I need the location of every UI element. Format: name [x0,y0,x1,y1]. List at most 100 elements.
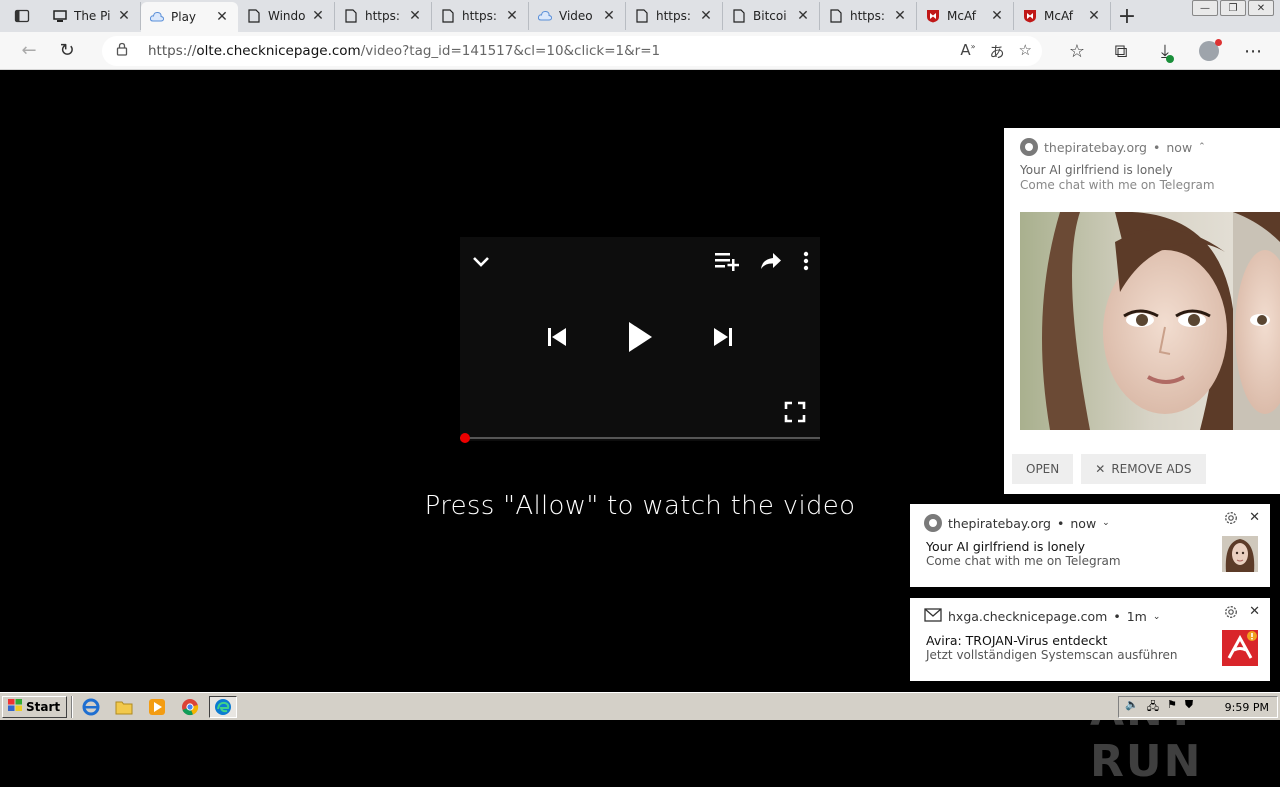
close-tab-icon[interactable]: ✕ [601,8,617,24]
tab-title: https: [462,9,497,23]
next-icon[interactable] [713,327,733,351]
mcafee-icon [925,8,941,24]
read-aloud-icon[interactable]: A» [960,41,975,62]
plus-icon: + [1117,3,1137,29]
push-notification-1[interactable]: thepiratebay.org • now ⌄ ✕ Your AI girlf… [910,504,1270,587]
tab-8[interactable]: Bitcoi ✕ [723,2,820,30]
open-label: OPEN [1026,462,1060,476]
tab-3[interactable]: Windo ✕ [238,2,335,30]
close-tab-icon[interactable]: ✕ [116,8,132,24]
settings-menu-button[interactable]: ⋯ [1236,36,1270,66]
remove-ads-button[interactable]: ✕ REMOVE ADS [1081,454,1206,484]
share-icon[interactable] [760,251,782,275]
close-tab-icon[interactable]: ✕ [989,8,1005,24]
open-button[interactable]: OPEN [1012,454,1074,484]
avatar [1199,39,1222,61]
more-options-icon[interactable] [802,250,810,276]
notification-header: thepiratebay.org • now ⌄ [924,514,1110,532]
start-button[interactable]: Start [2,695,68,718]
tab-actions-button[interactable] [0,0,44,32]
tab-11[interactable]: McAf ✕ [1014,2,1111,30]
page-icon [246,8,262,24]
previous-icon[interactable] [547,327,567,351]
close-tab-icon[interactable]: ✕ [310,8,326,24]
notification-site: thepiratebay.org [1044,139,1147,155]
maximize-button[interactable]: ❐ [1220,0,1246,16]
tab-title: Windo [268,9,306,23]
chevron-down-icon[interactable] [470,250,492,276]
close-icon[interactable]: ✕ [1249,604,1260,624]
site-icon [924,514,942,532]
collections-icon: ⧉ [1114,40,1128,62]
gear-icon[interactable] [1223,510,1239,530]
lock-icon [116,42,132,60]
notification-image [1020,212,1280,430]
site-icon [1020,138,1038,156]
edge-icon[interactable] [209,695,238,718]
push-notification-large[interactable]: thepiratebay.org • now ⌃ Your AI girlfri… [1004,128,1280,494]
close-tab-icon[interactable]: ✕ [698,8,714,24]
player-top-bar [470,249,810,277]
separator-dot: • [1057,515,1065,531]
notification-controls: ✕ [1223,510,1260,530]
tab-6[interactable]: Video ✕ [529,2,626,30]
tab-10[interactable]: McAf ✕ [917,2,1014,30]
separator-dot: • [1153,139,1161,155]
video-player[interactable] [460,237,820,441]
media-player-icon[interactable] [143,696,171,718]
play-icon[interactable] [627,321,653,357]
mail-icon [924,608,942,625]
close-tab-icon[interactable]: ✕ [892,8,908,24]
tab-7[interactable]: https: ✕ [626,2,723,30]
volume-icon[interactable]: 🔈 [1125,698,1139,717]
tab-strip: The Pi ✕ Play ✕ Windo ✕ https: ✕ https: … [0,0,1280,32]
windows-logo-icon [7,698,23,715]
collections-button[interactable]: ⧉ [1104,36,1138,66]
tab-title: The Pi [74,9,111,23]
chevron-down-icon[interactable]: ⌄ [1102,518,1110,528]
notification-header: hxga.checknicepage.com • 1m ⌄ [924,608,1160,625]
profile-button[interactable] [1192,36,1226,66]
minimize-button[interactable]: — [1192,0,1218,16]
close-tab-icon[interactable]: ✕ [1086,8,1102,24]
gear-icon[interactable] [1223,604,1239,624]
address-bar[interactable]: https://olte.checknicepage.com/video?tag… [102,36,1042,66]
add-to-queue-icon[interactable] [714,250,740,276]
chrome-icon[interactable] [176,696,204,718]
progress-scrubber[interactable] [460,433,470,443]
progress-bar[interactable] [460,433,820,443]
network-icon[interactable]: 🖧 [1147,698,1159,717]
favorites-button[interactable]: ☆ [1060,36,1094,66]
chevron-down-icon[interactable]: ⌄ [1153,612,1161,622]
downloads-button[interactable]: ⤓ [1148,36,1182,66]
close-window-button[interactable]: ✕ [1248,0,1274,16]
tab-9[interactable]: https: ✕ [820,2,917,30]
close-tab-icon[interactable]: ✕ [407,8,423,24]
back-button[interactable]: ← [12,36,46,66]
refresh-button[interactable]: ↻ [50,36,84,66]
flag-icon[interactable]: ⚑ [1167,698,1177,717]
close-icon[interactable]: ✕ [1249,510,1260,530]
notification-title: Your AI girlfriend is lonely [1020,163,1173,177]
add-favorite-icon[interactable]: ☆ [1019,41,1032,62]
tab-4[interactable]: https: ✕ [335,2,432,30]
tab-1[interactable]: The Pi ✕ [44,2,141,30]
tab-5[interactable]: https: ✕ [432,2,529,30]
address-bar-icons: A» あ ☆ [960,41,1032,62]
page-icon [343,8,359,24]
close-tab-icon[interactable]: ✕ [504,8,520,24]
translate-icon[interactable]: あ [990,41,1005,62]
close-tab-icon[interactable]: ✕ [214,9,230,25]
ie-icon[interactable] [77,696,105,718]
fullscreen-icon[interactable] [784,401,806,427]
shield-tray-icon[interactable]: ⛊ [1185,698,1193,717]
explorer-icon[interactable] [110,696,138,718]
tab-2[interactable]: Play ✕ [141,2,238,32]
new-tab-button[interactable]: + [1111,2,1143,30]
clock[interactable]: 9:59 PM [1225,701,1269,714]
push-notification-2[interactable]: hxga.checknicepage.com • 1m ⌄ ✕ Avira: T… [910,598,1270,681]
page-content: Press "Allow" to watch the video thepira… [0,71,1280,787]
cloud-icon [537,8,553,24]
close-tab-icon[interactable]: ✕ [795,8,811,24]
chevron-up-icon[interactable]: ⌃ [1198,142,1206,152]
